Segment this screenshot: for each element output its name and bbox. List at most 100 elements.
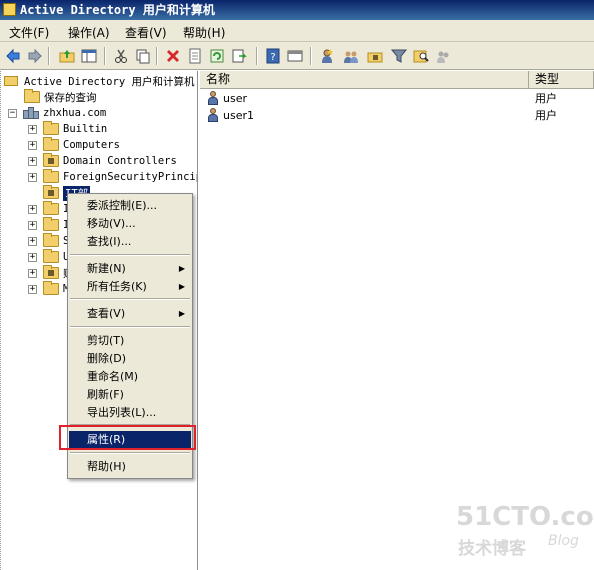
tree-item[interactable]: + ForeignSecurityPrincip xyxy=(28,169,198,185)
menu-help[interactable]: 帮助(H) xyxy=(183,24,225,41)
menu-item-all-tasks[interactable]: 所有任务(K) ▶ xyxy=(69,278,191,295)
back-icon[interactable] xyxy=(4,47,22,65)
item-name: user1 xyxy=(223,108,254,122)
expand-toggle[interactable]: + xyxy=(28,172,37,182)
menu-item-new[interactable]: 新建(N) ▶ xyxy=(69,260,191,277)
tree-item[interactable]: +I xyxy=(28,217,69,233)
up-folder-icon[interactable] xyxy=(58,47,76,65)
svg-text:?: ? xyxy=(270,52,275,63)
watermark-subtitle: 技术博客 xyxy=(458,539,526,559)
expand-toggle[interactable]: + xyxy=(28,220,37,230)
export-icon[interactable] xyxy=(230,47,248,65)
folder-icon xyxy=(43,233,59,247)
folder-icon xyxy=(43,201,59,215)
menu-item-export-list[interactable]: 导出列表(L)... xyxy=(69,404,191,421)
expand-toggle[interactable]: + xyxy=(28,268,37,278)
tree-item[interactable]: + Domain Controllers xyxy=(28,153,177,169)
app-icon xyxy=(3,3,16,16)
aduc-icon xyxy=(4,74,20,88)
item-type: 用户 xyxy=(535,109,557,122)
menu-item-move[interactable]: 移动(V)... xyxy=(69,215,191,232)
expand-toggle[interactable]: + xyxy=(28,236,37,246)
help-icon[interactable]: ? xyxy=(264,47,282,65)
menu-separator xyxy=(70,326,190,328)
expand-toggle[interactable]: + xyxy=(28,252,37,262)
filter-icon[interactable] xyxy=(390,47,408,65)
folder-icon xyxy=(43,249,59,263)
ou-icon xyxy=(43,153,59,167)
find-icon[interactable] xyxy=(412,47,430,65)
ou-icon xyxy=(43,265,59,279)
menu-item-cut[interactable]: 剪切(T) xyxy=(69,332,191,349)
add-group-icon[interactable] xyxy=(342,47,360,65)
delete-icon[interactable] xyxy=(164,47,182,65)
tree-domain[interactable]: − zhxhua.com xyxy=(8,105,106,121)
item-name: user xyxy=(223,91,247,105)
toolbar: ? xyxy=(0,42,594,70)
properties-icon[interactable] xyxy=(186,47,204,65)
add-to-group-icon[interactable] xyxy=(434,47,452,65)
add-user-icon[interactable] xyxy=(318,47,336,65)
expand-toggle[interactable]: + xyxy=(28,124,37,134)
submenu-arrow-icon: ▶ xyxy=(178,264,185,273)
tree-item-label: ForeignSecurityPrincip xyxy=(63,171,198,183)
tree-item-label: Builtin xyxy=(63,123,108,135)
domain-icon xyxy=(23,106,39,120)
menu-item-delegate[interactable]: 委派控制(E)... xyxy=(69,197,191,214)
list-pane: 名称 类型 user 用户 user1 用户 xyxy=(200,71,594,570)
menu-item-view[interactable]: 查看(V) ▶ xyxy=(69,305,191,322)
menu-item-find[interactable]: 查找(I)... xyxy=(69,233,191,250)
expand-toggle[interactable]: + xyxy=(28,204,37,214)
user-icon xyxy=(206,91,220,105)
tree-root[interactable]: Active Directory 用户和计算机 xyxy=(4,73,194,89)
menu-separator xyxy=(70,298,190,300)
tree-item[interactable]: +S xyxy=(28,233,69,249)
ou-icon xyxy=(43,185,59,199)
menu-action[interactable]: 操作(A) xyxy=(68,24,110,41)
expand-toggle[interactable]: + xyxy=(28,140,37,150)
column-header-type[interactable]: 类型 xyxy=(529,71,594,89)
tree-item[interactable]: +U xyxy=(28,249,69,265)
menu-view[interactable]: 查看(V) xyxy=(125,24,167,41)
column-header-name[interactable]: 名称 xyxy=(200,71,529,89)
item-type: 用户 xyxy=(535,92,557,105)
menu-item-delete[interactable]: 删除(D) xyxy=(69,350,191,367)
tree-saved-queries[interactable]: 保存的查询 xyxy=(24,89,97,105)
refresh-icon[interactable] xyxy=(208,47,226,65)
folder-icon xyxy=(43,169,59,183)
submenu-arrow-icon: ▶ xyxy=(178,282,185,291)
folder-icon xyxy=(43,121,59,135)
watermark-logo: 51CTO.com xyxy=(456,502,594,532)
show-hide-tree-icon[interactable] xyxy=(80,47,98,65)
title-bar: Active Directory 用户和计算机 xyxy=(0,0,594,20)
menu-separator xyxy=(70,452,190,454)
folder-icon xyxy=(43,217,59,231)
folder-icon xyxy=(43,137,59,151)
list-item[interactable]: user 用户 xyxy=(200,90,594,106)
menu-item-rename[interactable]: 重命名(M) xyxy=(69,368,191,385)
cut-icon[interactable] xyxy=(112,47,130,65)
list-item[interactable]: user1 用户 xyxy=(200,107,594,123)
view-icon[interactable] xyxy=(286,47,304,65)
forward-icon[interactable] xyxy=(26,47,44,65)
submenu-arrow-icon: ▶ xyxy=(178,309,185,318)
menu-item-help[interactable]: 帮助(H) xyxy=(69,458,191,475)
tree-item[interactable]: + Computers xyxy=(28,137,120,153)
tree-item[interactable]: + Builtin xyxy=(28,121,107,137)
add-ou-icon[interactable] xyxy=(366,47,384,65)
copy-icon[interactable] xyxy=(134,47,152,65)
folder-icon xyxy=(43,281,59,295)
window-title: Active Directory 用户和计算机 xyxy=(20,3,215,17)
tree-guide-line xyxy=(0,71,2,570)
folder-icon xyxy=(24,89,40,103)
menu-file[interactable]: 文件(F) xyxy=(9,24,49,41)
menu-item-refresh[interactable]: 刷新(F) xyxy=(69,386,191,403)
expand-toggle[interactable]: + xyxy=(28,284,37,294)
highlight-box xyxy=(59,425,196,450)
expand-toggle[interactable]: + xyxy=(28,156,37,166)
menu-separator xyxy=(70,254,190,256)
tree-item[interactable]: +M xyxy=(28,281,69,297)
collapse-toggle[interactable]: − xyxy=(8,108,17,118)
tree-item[interactable]: +I xyxy=(28,201,69,217)
watermark-blog: Blog xyxy=(548,533,579,549)
